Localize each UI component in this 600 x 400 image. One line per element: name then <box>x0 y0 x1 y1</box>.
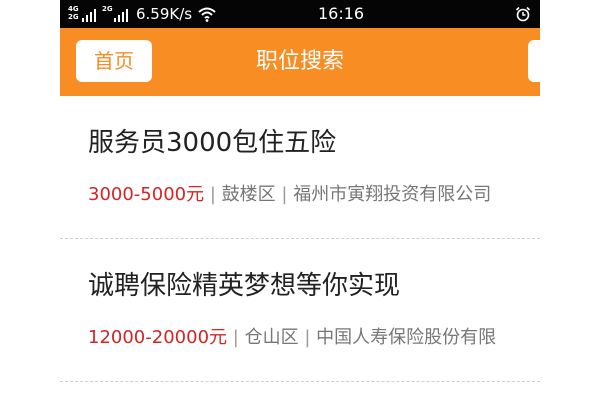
network-type-top: 4G <box>68 5 79 13</box>
job-company: 中国人寿保险股份有限 <box>316 327 497 348</box>
job-title: 诚聘保险精英梦想等你实现 <box>88 271 401 301</box>
signal-strength-icon-2 <box>114 8 132 22</box>
job-list-item[interactable]: 服务员3000包住五险 3000-5000元 | 鼓楼区 | 福州市寅翔投资有限… <box>60 96 540 239</box>
network-type-top-2: 2G <box>102 5 113 13</box>
phone-screen: 4G 2G 2G 6.59K/s 16:16 职位搜索 首页 服务员3000包住… <box>60 0 540 400</box>
job-company: 福州市寅翔投资有限公司 <box>293 184 492 205</box>
network-type-indicator-2: 2G <box>102 5 113 13</box>
meta-separator: | <box>281 184 288 205</box>
job-meta: 12000-20000元 | 仓山区 | 中国人寿保险股份有限 <box>88 325 496 351</box>
network-speed: 6.59K/s <box>136 5 193 23</box>
job-district: 鼓楼区 <box>221 184 276 205</box>
app-header: 职位搜索 首页 <box>60 28 540 96</box>
wifi-icon <box>198 7 216 22</box>
job-district: 仓山区 <box>244 327 299 348</box>
clock-time: 16:16 <box>318 4 365 23</box>
home-button[interactable]: 首页 <box>76 40 152 82</box>
meta-separator: | <box>209 184 216 205</box>
job-salary: 12000-20000元 <box>88 327 228 348</box>
network-type-bottom: 2G <box>68 13 79 21</box>
meta-separator: | <box>304 327 311 348</box>
alarm-icon <box>515 6 531 22</box>
network-type-indicator: 4G 2G <box>68 5 79 21</box>
job-list: 服务员3000包住五险 3000-5000元 | 鼓楼区 | 福州市寅翔投资有限… <box>60 96 540 382</box>
meta-separator: | <box>232 327 239 348</box>
status-bar: 4G 2G 2G 6.59K/s 16:16 <box>60 0 540 28</box>
job-salary: 3000-5000元 <box>88 184 205 205</box>
job-meta: 3000-5000元 | 鼓楼区 | 福州市寅翔投资有限公司 <box>88 182 491 208</box>
job-list-item[interactable]: 诚聘保险精英梦想等你实现 12000-20000元 | 仓山区 | 中国人寿保险… <box>60 239 540 382</box>
job-title: 服务员3000包住五险 <box>88 128 337 158</box>
header-right-button[interactable] <box>528 40 540 82</box>
signal-strength-icon <box>82 8 100 22</box>
